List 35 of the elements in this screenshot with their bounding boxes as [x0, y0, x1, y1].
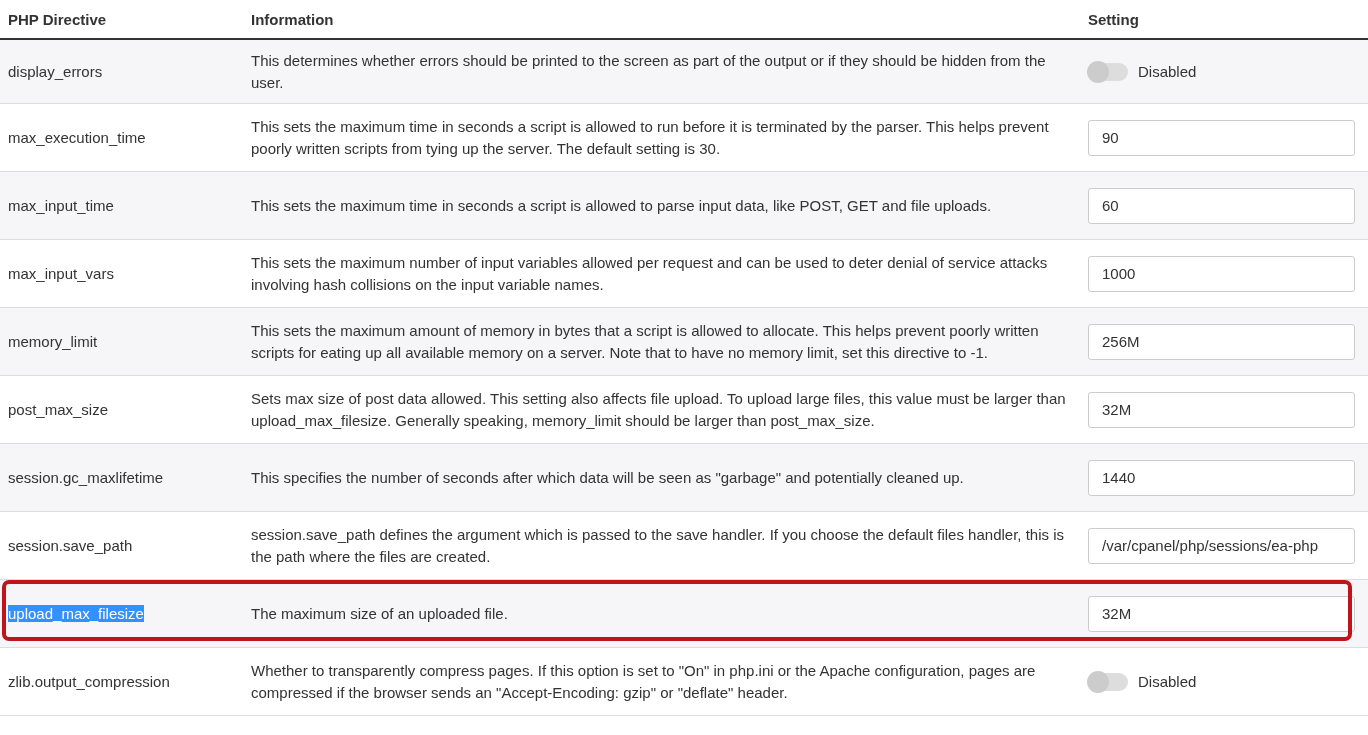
input-field[interactable]: 60 [1088, 187, 1355, 224]
directive-description: This sets the maximum time in seconds a script is allowed to run before it is terminated by the parser. This helps prevent poorly written scripts from tying up the server. The default setting is 30. [251, 117, 1049, 157]
directive-name: session.save_path [8, 537, 133, 554]
directive-description: This sets the maximum number of input variables allowed per request and can be used to deter denial of service attacks involving hash collisions on the input variable names. [251, 253, 1048, 293]
directive-description: session.save_path defines the argument which is passed to the save handler. If you choose the default files handler, this is the path where the files are created. [251, 525, 1064, 565]
input-field[interactable]: 90 [1088, 119, 1355, 156]
directive-description: Whether to transparently compress pages. If this option is set to "On" in php.ini or the Apache configuration, pages are compressed if the browser sends an "Accept-Encoding: gzip" or "deflate" header. [251, 661, 1036, 701]
directive-name: post_max_size [8, 401, 109, 418]
toggle-label: Disabled [1138, 63, 1197, 80]
directive-name: max_input_vars [8, 265, 114, 282]
directive-description: This sets the maximum time in seconds a script is allowed to parse input data, like POST, GET and file uploads. [251, 196, 992, 214]
directive-name: memory_limit [8, 333, 98, 350]
directive-name: zlib.output_compression [8, 673, 170, 690]
column-header: PHP Directive [7, 10, 107, 28]
column-header: Information [250, 10, 334, 28]
directive-description: This specifies the number of seconds after which data will be seen as "garbage" and potentially cleaned up. [251, 468, 964, 486]
input-field[interactable]: 256M [1088, 323, 1355, 360]
input-field[interactable]: 1440 [1088, 459, 1355, 496]
directive-description: This determines whether errors should be printed to the screen as part of the output or if they should be hidden from the user. [251, 51, 1046, 91]
toggle-switch[interactable] [1088, 62, 1128, 81]
directive-description: Sets max size of post data allowed. This setting also affects file upload. To upload large files, this value must be larger than upload_max_filesize. Generally speaking, memory_limit should be larger than post_max_size. [251, 389, 1066, 429]
directive-name: display_errors [8, 63, 103, 80]
column-header: Setting [1087, 10, 1139, 28]
directive-name: session.gc_maxlifetime [8, 469, 164, 486]
directive-name: max_execution_time [8, 129, 146, 146]
directive-description: This sets the maximum amount of memory in bytes that a script is allowed to allocate. This helps prevent poorly written scripts for eating up all available memory on a server. Note that to have no memory limit, set this directive to -1. [251, 321, 1039, 361]
input-field[interactable]: /var/cpanel/php/sessions/ea-php [1088, 527, 1355, 564]
input-field[interactable]: 1000 [1088, 255, 1355, 292]
toggle-switch[interactable] [1088, 672, 1128, 691]
input-field[interactable]: 32M [1088, 391, 1355, 428]
toggle-label: Disabled [1138, 673, 1197, 690]
directive-name: max_input_time [8, 197, 114, 214]
input-field[interactable]: 32M [1088, 595, 1355, 632]
directive-description: The maximum size of an uploaded file. [251, 604, 508, 622]
directive-name: upload_max_filesize [8, 605, 144, 622]
